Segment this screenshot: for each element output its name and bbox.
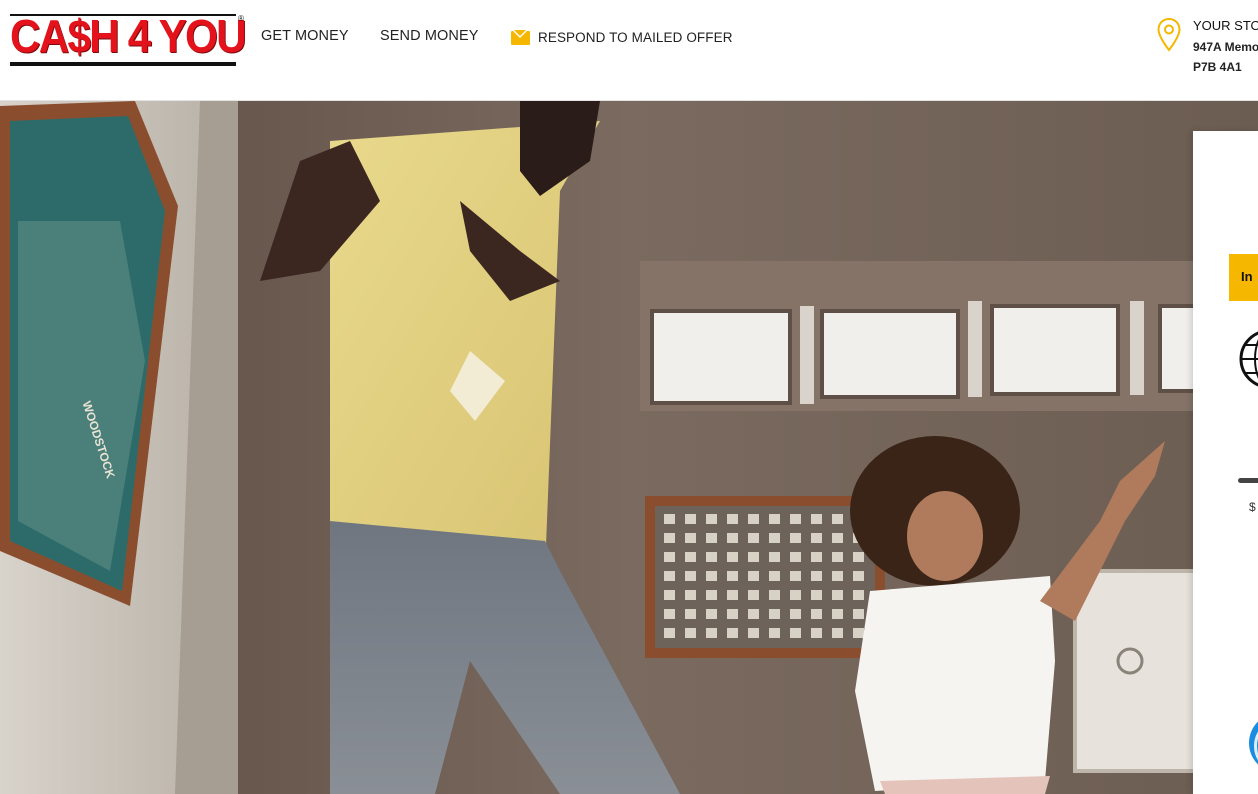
grid-art-cell xyxy=(664,514,675,524)
grid-art-cell xyxy=(811,514,822,524)
grid-art-cell xyxy=(748,571,759,581)
store-title: YOUR STORE xyxy=(1193,18,1258,33)
grid-art-cell xyxy=(790,571,801,581)
grid-art-cell xyxy=(811,609,822,619)
grid-art-cell xyxy=(790,609,801,619)
grid-art-cell xyxy=(685,609,696,619)
store-address: 947A Memorial Ave xyxy=(1193,40,1258,54)
grid-art-cell xyxy=(769,590,780,600)
grid-art-cell xyxy=(811,533,822,543)
grid-art-cell xyxy=(664,533,675,543)
grid-art-cell xyxy=(790,628,801,638)
grid-art-cell xyxy=(664,571,675,581)
grid-art-cell xyxy=(811,590,822,600)
grid-art-cell xyxy=(727,628,738,638)
grid-art-cell xyxy=(664,552,675,562)
your-store[interactable]: YOUR STORE 947A Memorial Ave P7B 4A1 xyxy=(1156,16,1258,80)
nav-respond-label: RESPOND TO MAILED OFFER xyxy=(538,30,733,45)
grid-art-cell xyxy=(706,552,717,562)
logo-rule-bottom xyxy=(10,62,236,66)
grid-art-cell xyxy=(853,571,864,581)
grid-art-cell xyxy=(664,609,675,619)
grid-art-cell xyxy=(769,609,780,619)
grid-art-cell xyxy=(748,609,759,619)
grid-art-cell xyxy=(790,552,801,562)
envelope-icon xyxy=(511,29,530,45)
grid-art-cell xyxy=(769,552,780,562)
loan-calculator-panel: In $ xyxy=(1193,131,1258,794)
slider-min-label: $ xyxy=(1249,500,1256,514)
panel-tab[interactable]: In xyxy=(1229,254,1258,301)
grid-art-cell xyxy=(727,571,738,581)
grid-art-cell xyxy=(706,628,717,638)
store-postal-code: P7B 4A1 xyxy=(1193,60,1242,74)
site-header: CA$H 4 YOU ® GET MONEY SEND MONEY RESPON… xyxy=(0,0,1258,101)
grid-art-cell xyxy=(685,533,696,543)
grid-art-cell xyxy=(727,514,738,524)
grid-art-cell xyxy=(685,571,696,581)
grid-art-cell xyxy=(790,533,801,543)
grid-art-cell xyxy=(790,590,801,600)
hero-video[interactable]: WOODSTOCK xyxy=(0,101,1258,794)
grid-art-cell xyxy=(664,590,675,600)
grid-art-cell xyxy=(685,514,696,524)
grid-art-cell xyxy=(727,533,738,543)
location-pin-icon xyxy=(1157,17,1181,52)
grid-art-cell xyxy=(685,628,696,638)
grid-art-cell xyxy=(769,533,780,543)
amount-slider[interactable] xyxy=(1238,478,1258,483)
globe-icon xyxy=(1239,331,1258,387)
grid-art-cell xyxy=(832,628,843,638)
grid-art-cell xyxy=(706,609,717,619)
grid-art-cell xyxy=(748,533,759,543)
registered-mark: ® xyxy=(238,14,244,23)
grid-art-cell xyxy=(790,514,801,524)
grid-art-cell xyxy=(832,552,843,562)
cash-4-you-logo[interactable]: CA$H 4 YOU ® xyxy=(10,10,247,68)
grid-artwork xyxy=(645,496,885,658)
grid-art-cell xyxy=(748,552,759,562)
grid-art-cell xyxy=(685,552,696,562)
grid-art-cell xyxy=(832,590,843,600)
chat-icon[interactable] xyxy=(1249,713,1258,774)
grid-art-cell xyxy=(811,571,822,581)
grid-art-cell xyxy=(769,571,780,581)
grid-art-cell xyxy=(853,628,864,638)
grid-art-cell xyxy=(706,590,717,600)
grid-art-cell xyxy=(853,552,864,562)
grid-art-cell xyxy=(769,514,780,524)
grid-art-cell xyxy=(685,590,696,600)
grid-art-cell xyxy=(811,628,822,638)
grid-art-cell xyxy=(832,571,843,581)
grid-art-cell xyxy=(832,514,843,524)
grid-art-cell xyxy=(706,514,717,524)
nav-send-money[interactable]: SEND MONEY xyxy=(380,28,479,44)
grid-art-cell xyxy=(769,628,780,638)
grid-art-cell xyxy=(727,552,738,562)
hero-scene: WOODSTOCK xyxy=(0,101,1258,794)
grid-art-cell xyxy=(748,590,759,600)
grid-art-cell xyxy=(832,609,843,619)
grid-art-cell xyxy=(811,552,822,562)
grid-art-cell xyxy=(853,590,864,600)
nav-respond-to-mailed-offer[interactable]: RESPOND TO MAILED OFFER xyxy=(511,29,733,45)
grid-art-cell xyxy=(664,628,675,638)
logo-text: CA$H 4 YOU xyxy=(10,10,247,62)
grid-art-cell xyxy=(706,533,717,543)
grid-art-cell xyxy=(853,609,864,619)
grid-art-cell xyxy=(727,609,738,619)
grid-art-cell xyxy=(727,590,738,600)
nav-get-money[interactable]: GET MONEY xyxy=(261,28,349,44)
grid-art-cell xyxy=(706,571,717,581)
grid-art-cell xyxy=(748,628,759,638)
grid-art-cell xyxy=(748,514,759,524)
grid-art-cell xyxy=(832,533,843,543)
